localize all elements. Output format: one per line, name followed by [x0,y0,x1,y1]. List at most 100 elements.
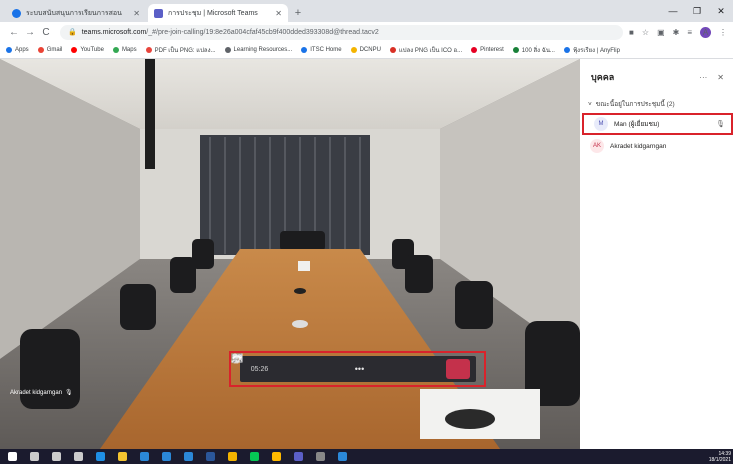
participants-panel: บุคคล ··· ✕ ˅ ขณะนี้อยู่ในการประชุมนี้ (… [580,59,733,449]
tab-title: ระบบสนับสนุนการเรียนการสอน [26,9,122,17]
store-icon[interactable] [140,452,149,461]
app-icon[interactable] [338,452,347,461]
bookmark-favicon-icon [301,47,308,53]
mail-icon[interactable] [162,452,171,461]
chevron-down-icon: ˅ [588,100,592,108]
camera-icon[interactable] [316,452,325,461]
lock-icon: 🔒 [68,29,77,36]
panel-actions: ··· ✕ [699,73,724,82]
participant-name: Man (ผู้เยี่ยมชม) [614,121,660,128]
raise-hand-button[interactable] [232,353,394,379]
panel-more-button[interactable]: ··· [699,73,707,82]
extensions-area: ■ ☆ ▣ ✱ ≡ A ⋮ [629,26,727,38]
windows-start-icon[interactable] [8,452,17,461]
word-icon[interactable] [206,452,215,461]
tab-close-icon[interactable]: ✕ [275,9,282,18]
forward-arrow-icon[interactable]: → [22,27,38,38]
search-icon[interactable] [30,452,39,461]
back-arrow-icon[interactable]: ← [6,27,22,38]
bookmark-label: Maps [121,47,137,53]
url-input[interactable]: 🔒 teams.microsoft.com /_#/pre-join-calli… [60,24,624,40]
participant-name: Akradet kidgarngan [10,389,63,396]
bookmark-item[interactable]: Pinterest [471,47,504,53]
bookmark-favicon-icon [563,47,570,53]
browser-tab-1[interactable]: ระบบสนับสนุนการเรียนการสอน ✕ [6,4,146,22]
camera-blocked-icon[interactable]: ■ [629,28,634,37]
bookmark-item[interactable]: ฟุ้งรเรียง | AnyFlip [563,45,620,55]
cortana-icon[interactable] [52,452,61,461]
maximize-icon[interactable]: ❐ [685,0,709,22]
bookmark-favicon-icon [471,47,478,53]
profile-avatar[interactable]: A [700,26,711,38]
address-bar: ← → C 🔒 teams.microsoft.com /_#/pre-join… [0,22,733,42]
bookmark-item[interactable]: DCNPU [350,47,381,53]
bookmark-item[interactable]: ITSC Home [301,47,342,53]
participant-row[interactable]: M Man (ผู้เยี่ยมชม) 🎙 [582,113,733,135]
participant-name-label: Akradet kidgarngan 🎙 [10,389,73,397]
bookmark-item[interactable]: Maps [112,47,137,53]
menu-dots-icon[interactable]: ⋮ [719,28,727,37]
avatar: AK [590,139,604,153]
avatar: M [594,117,608,131]
hang-up-icon [232,355,242,359]
microphone-icon: 🎙 [65,390,73,396]
more-actions-button[interactable]: ••• [350,359,370,379]
playlist-icon[interactable]: ≡ [687,28,692,37]
bookmark-label: DCNPU [359,47,381,53]
hang-up-button[interactable] [232,355,470,379]
teams-favicon-icon [154,8,163,18]
bookmark-label: 100 สิ่ง ฉัน... [521,48,555,54]
url-host: teams.microsoft.com [81,28,147,36]
call-timer: 05:26 [250,365,269,373]
meeting-room-image [0,59,580,449]
bookmark-label: ITSC Home [310,47,342,53]
video-feed: Akradet kidgarngan 🎙 05:26 ••• [0,59,580,449]
bookmark-item[interactable]: Gmail [37,47,63,53]
close-window-icon[interactable]: ✕ [709,0,733,22]
task-view-icon[interactable] [74,452,83,461]
photos-icon[interactable] [184,452,193,461]
taskbar-clock[interactable]: 14:39 18/1/2021 [709,449,731,464]
windows-taskbar [0,449,733,464]
bookmark-favicon-icon [389,47,396,53]
bookmark-favicon-icon [512,47,519,53]
participant-name: Akradet kidgarngan [610,142,667,150]
share-screen-button[interactable] [231,353,346,379]
tab-title: การประชุม | Microsoft Teams [168,9,258,17]
chat-button[interactable] [231,353,418,379]
minimize-icon[interactable]: — [661,0,685,22]
browser-tab-2[interactable]: การประชุม | Microsoft Teams ✕ [148,4,288,22]
edge-icon[interactable] [96,452,105,461]
bookmark-favicon-icon [37,47,44,53]
line-icon[interactable] [250,452,259,461]
star-icon[interactable]: ☆ [642,28,649,37]
tab-close-icon[interactable]: ✕ [133,9,140,18]
bookmark-item[interactable]: Apps [6,47,29,53]
camera-off-button[interactable] [231,353,298,379]
bookmark-label: Gmail [46,47,63,53]
panel-close-button[interactable]: ✕ [717,73,724,82]
puzzle-icon[interactable]: ✱ [673,28,680,37]
bookmark-favicon-icon [350,47,357,53]
bookmark-label: แปลง PNG เป็น ICO อ... [398,48,463,54]
mic-off-button[interactable] [231,353,322,379]
paint-icon[interactable] [272,452,281,461]
bookmark-favicon-icon [224,47,231,53]
participant-row[interactable]: AK Akradet kidgarngan [580,135,733,157]
in-meeting-section[interactable]: ˅ ขณะนี้อยู่ในการประชุมนี้ (2) [580,95,733,113]
bookmark-item[interactable]: Learning Resources... [224,47,292,53]
bookmark-item[interactable]: แปลง PNG เป็น ICO อ... [389,45,463,55]
bookmark-label: ฟุ้งรเรียง | AnyFlip [572,48,620,54]
bookmark-label: YouTube [80,47,104,53]
file-explorer-icon[interactable] [118,452,127,461]
call-controls-bar: 05:26 ••• [231,353,476,382]
bookmark-item[interactable]: PDF เป็น PNG: แปลง... [145,45,216,55]
bookmark-item[interactable]: YouTube [71,47,104,53]
bookmark-item[interactable]: 100 สิ่ง ฉัน... [512,45,555,55]
new-tab-button[interactable]: + [290,4,306,22]
extension-icon[interactable]: ▣ [657,28,665,37]
teams-icon[interactable] [294,452,303,461]
reload-icon[interactable]: C [38,27,54,38]
chrome-icon[interactable] [228,452,237,461]
participants-button[interactable] [231,353,442,379]
